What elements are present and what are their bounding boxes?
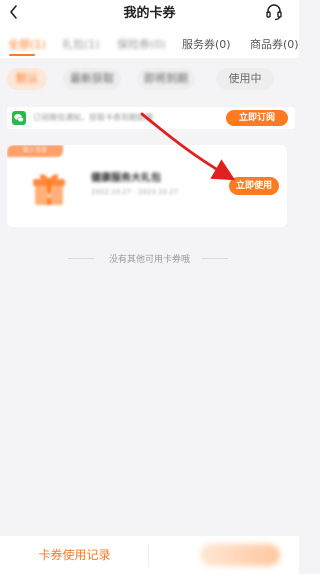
wechat-icon: [12, 111, 26, 125]
svg-text:¥: ¥: [46, 192, 52, 202]
filter-default[interactable]: 默认: [7, 68, 47, 90]
footer-action-button[interactable]: [200, 544, 280, 566]
filter-chips: 默认 最新获取 即将到期 使用中: [0, 58, 299, 102]
tab-all[interactable]: 全部(1): [8, 36, 46, 52]
no-more-text: 没有其他可用卡券哦: [108, 255, 190, 265]
filter-newest[interactable]: 最新获取: [63, 68, 121, 90]
divider-right: [202, 258, 228, 259]
tab-product[interactable]: 商品券(0): [250, 36, 299, 52]
coupon-card[interactable]: 新人专享 ¥ 健康服务大礼包 2022.10.27 - 2023.10.27 立…: [7, 145, 287, 227]
filter-expiring-label: 即将到期: [144, 72, 188, 85]
gift-box-icon: ¥: [33, 174, 65, 205]
page-title: 我的卡券: [123, 6, 176, 21]
tab-insurance[interactable]: 保险券(0): [117, 36, 166, 52]
use-now-button[interactable]: 立即使用: [229, 177, 279, 195]
coupon-title: 健康服务大礼包: [91, 173, 161, 184]
tab-service[interactable]: 服务券(0): [182, 36, 231, 52]
filter-in-use[interactable]: 使用中: [216, 68, 274, 90]
coupon-validity: 2022.10.27 - 2023.10.27: [91, 188, 179, 196]
filter-newest-label: 最新获取: [70, 72, 114, 85]
notice-text: 订阅微信通知，获取卡券到期提醒: [33, 113, 153, 122]
subscribe-button[interactable]: 立即订阅: [226, 110, 288, 126]
headset-icon[interactable]: [265, 3, 283, 21]
category-tabs: 全部(1) 礼包(1) 保险券(0) 服务券(0) 商品券(0): [0, 28, 299, 58]
footer-bar: 卡券使用记录: [0, 536, 299, 574]
header-bar: 我的卡券: [0, 0, 299, 28]
tab-gift[interactable]: 礼包(1): [62, 36, 100, 52]
footer-divider: [148, 544, 149, 566]
filter-default-label: 默认: [16, 72, 38, 85]
no-more-hint: 没有其他可用卡券哦: [0, 252, 299, 266]
subscribe-notice: 订阅微信通知，获取卡券到期提醒 立即订阅: [7, 107, 295, 129]
filter-in-use-label: 使用中: [228, 72, 262, 85]
coupon-history-button[interactable]: 卡券使用记录: [0, 536, 149, 574]
coupon-badge: 新人专享: [7, 145, 63, 157]
active-tab-indicator: [9, 54, 35, 56]
filter-expiring[interactable]: 即将到期: [137, 68, 195, 90]
